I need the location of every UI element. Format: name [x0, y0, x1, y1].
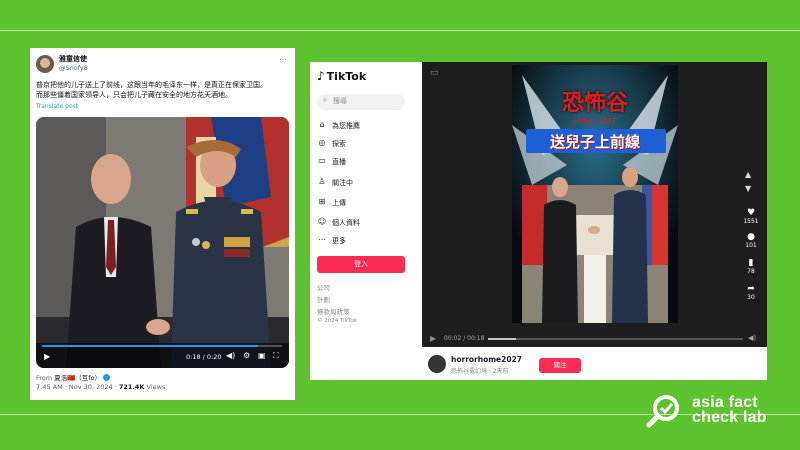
brand-line-1: asia fact [692, 394, 758, 411]
tiktok-sidebar: ♪ TikTok ⌕ 搜尋 ⌂ 為您推薦 ◎ 探索 ▭ 直播 ♙ 關注中 ⊞ 上傳 ☺ 個人資… [310, 62, 422, 380]
creator-username[interactable]: horrorhome2027 [451, 355, 522, 364]
comment-button[interactable]: ● 101 [742, 232, 760, 249]
search-placeholder: 搜尋 [333, 97, 347, 105]
search-input[interactable]: ⌕ 搜尋 [317, 94, 405, 110]
like-button[interactable]: ♥ 1551 [742, 208, 760, 225]
post-timestamp[interactable]: 7:45 AM · Nov 30, 2024 · [36, 383, 117, 391]
verified-badge-icon [103, 374, 111, 381]
video-subtitle-overlay: Happy 2027 [573, 117, 617, 125]
video-time: 0:18 / 0:20 [186, 353, 222, 361]
from-label: From [36, 374, 53, 382]
video-caption-text: 送兒子上前線 [549, 133, 640, 151]
home-icon: ⌂ [319, 120, 325, 129]
nav-item-profile[interactable]: ☺ 個人資料 [317, 217, 417, 231]
brand-logo-text: asia fact check lab [692, 394, 767, 426]
tiktok-note-icon: ♪ [317, 69, 325, 83]
video-source: From 夏浩🇨🇳（互fo） [36, 372, 111, 382]
nav-label: 關注中 [332, 179, 353, 187]
profile-icon: ☺ [317, 217, 327, 226]
share-count: 30 [747, 294, 755, 301]
avatar[interactable] [428, 355, 446, 373]
post-meta: 7:45 AM · Nov 30, 2024 · 721.4K Views [36, 383, 165, 391]
progress-fill [488, 338, 516, 340]
more-options-icon[interactable]: ⋯ [279, 55, 287, 64]
heart-icon: ♥ [746, 208, 756, 218]
nav-label: 為您推薦 [332, 122, 360, 130]
following-icon: ♙ [318, 177, 326, 186]
tiktok-logo[interactable]: ♪ TikTok [317, 69, 366, 83]
bookmark-icon: ▮ [748, 258, 754, 268]
save-button[interactable]: ▮ 78 [742, 258, 760, 275]
copyright: © 2024 TikTok [317, 318, 357, 324]
view-count: 721.4K [118, 383, 145, 391]
magnifier-logo-icon [646, 395, 679, 428]
nav-item-more[interactable]: ⋯ 更多 [317, 235, 417, 249]
video-title-overlay: 恐怖谷 [561, 90, 628, 116]
footer-link-company[interactable]: 公司 [317, 282, 330, 292]
nav-item-explore[interactable]: ◎ 探索 [317, 138, 417, 152]
author-name[interactable]: 雅童信使 [59, 54, 87, 64]
post-text-line: 普京把他的儿子送上了前线，这跟当年的毛泽东一样，是真正在保家卫国。 [36, 81, 267, 89]
nav-label: 上傳 [332, 199, 346, 207]
upload-icon: ⊞ [318, 197, 326, 206]
progress-track[interactable] [488, 338, 743, 340]
footer-link-program[interactable]: 計劃 [317, 294, 330, 304]
like-count: 1551 [743, 218, 759, 225]
share-icon: ➦ [747, 284, 755, 294]
creator-subtitle: 恐怖谷電幻境 · 2天前 [451, 368, 509, 375]
video-player[interactable]: ▶ 0:18 / 0:20 ◀) ⚙ ▣ ⛶ [36, 117, 289, 368]
post-text-line: 而那些僵着国家领导人，只会把儿子藏在安全的地方花天酒地。 [36, 91, 232, 99]
search-icon: ⌕ [323, 96, 327, 104]
share-button[interactable]: ➦ 30 [742, 284, 760, 301]
pip-icon[interactable]: ▣ [258, 351, 266, 360]
scroll-up-icon[interactable]: ▲ [745, 170, 751, 179]
avatar[interactable] [36, 55, 54, 73]
cast-icon[interactable]: ▭ [430, 68, 439, 78]
login-button[interactable]: 登入 [317, 256, 405, 273]
volume-icon[interactable]: ◀) [226, 351, 235, 360]
play-button[interactable]: ▶ [44, 352, 50, 361]
comment-icon: ● [747, 232, 755, 242]
nav-item-upload[interactable]: ⊞ 上傳 [317, 197, 417, 211]
bottom-rule [0, 414, 800, 415]
post-text: 普京把他的儿子送上了前线，这跟当年的毛泽东一样，是真正在保家卫国。 而那些僵着国… [36, 80, 288, 100]
video-progress[interactable]: ▶ 00:02 / 00:18 ◀) [430, 334, 760, 344]
nav-item-live[interactable]: ▭ 直播 [317, 156, 417, 170]
nav-label: 直播 [332, 158, 346, 166]
tiktok-video[interactable]: 恐怖谷 Happy 2027 送兒子上前線 [512, 65, 678, 323]
from-account[interactable]: 夏浩🇨🇳（互fo） [54, 374, 101, 382]
volume-icon[interactable]: ◀) [748, 334, 756, 342]
more-icon: ⋯ [318, 235, 326, 244]
nav-label: 更多 [332, 237, 346, 245]
top-rule [0, 30, 800, 31]
nav-item-following[interactable]: ♙ 關注中 [317, 177, 417, 191]
save-count: 78 [747, 268, 755, 275]
footer-link-terms[interactable]: 條款與政策 [317, 306, 350, 316]
comment-count: 101 [745, 242, 757, 249]
creator-info: horrorhome2027 恐怖谷電幻境 · 2天前 關注 [422, 347, 767, 380]
tiktok-brand: TikTok [326, 70, 367, 83]
nav-item-for-you[interactable]: ⌂ 為您推薦 [317, 120, 417, 134]
views-label: Views [146, 383, 166, 391]
fullscreen-icon[interactable]: ⛶ [273, 351, 279, 361]
progress-time: 00:02 / 00:18 [444, 335, 485, 342]
tiktok-screenshot: ♪ TikTok ⌕ 搜尋 ⌂ 為您推薦 ◎ 探索 ▭ 直播 ♙ 關注中 ⊞ 上傳 ☺ 個人資… [310, 62, 767, 380]
compass-icon: ◎ [318, 138, 326, 147]
nav-label: 個人資料 [332, 219, 360, 227]
live-icon: ▭ [318, 156, 326, 165]
follow-button[interactable]: 關注 [539, 358, 581, 373]
brand-line-2: check lab [692, 409, 767, 426]
translate-link[interactable]: Translate post [36, 103, 78, 110]
author-handle[interactable]: @Snofy8 [59, 64, 88, 72]
scroll-down-icon[interactable]: ▼ [745, 184, 751, 193]
x-post-screenshot: 雅童信使 @Snofy8 ⋯ 普京把他的儿子送上了前线，这跟当年的毛泽东一样，是… [30, 48, 295, 400]
tiktok-video-area: ▭ 恐怖谷 Happy 2027 送兒子上前線 ♥ 1551 ● 101 ▮ 7… [422, 62, 767, 347]
video-frame [36, 117, 289, 368]
nav-label: 探索 [332, 140, 346, 148]
settings-icon[interactable]: ⚙ [243, 351, 250, 360]
play-icon[interactable]: ▶ [430, 334, 436, 343]
